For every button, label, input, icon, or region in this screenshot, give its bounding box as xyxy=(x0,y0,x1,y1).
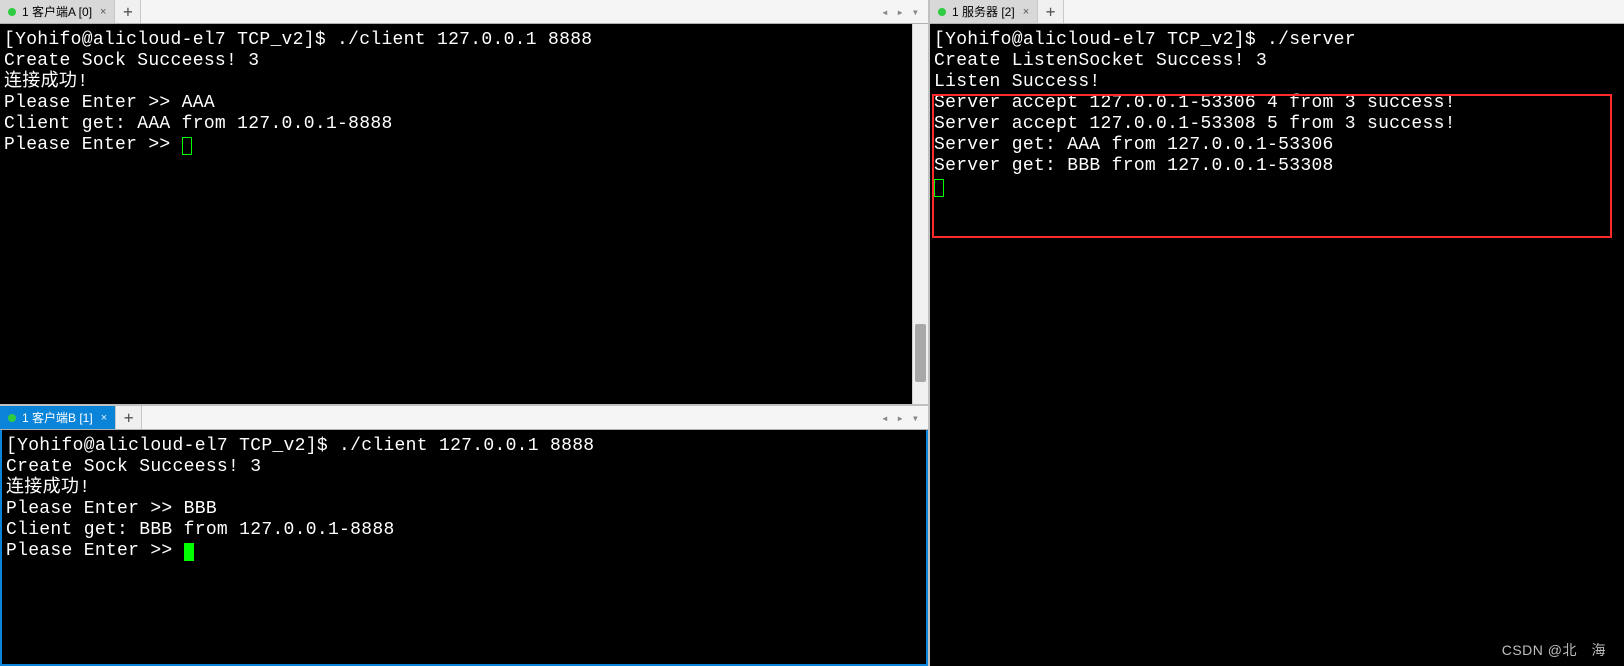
terminal-line: Create Sock Succeess! 3 xyxy=(4,51,259,71)
terminal-server[interactable]: [Yohifo@alicloud-el7 TCP_v2]$ ./server C… xyxy=(930,24,1624,666)
terminal-line: Server accept 127.0.0.1-53308 5 from 3 s… xyxy=(934,114,1456,134)
scrollbar[interactable] xyxy=(912,24,928,404)
terminal-line: Please Enter >> BBB xyxy=(6,499,217,519)
watermark: CSDN @北 海 xyxy=(1502,640,1606,660)
tab-nav-left-icon[interactable]: ◂ xyxy=(878,411,891,425)
close-icon[interactable]: × xyxy=(1021,6,1031,18)
tab-client-b[interactable]: 1 客户端B [1] × xyxy=(0,406,116,429)
terminal-line: [Yohifo@alicloud-el7 TCP_v2]$ ./client 1… xyxy=(6,436,594,456)
tab-label: 1 服务器 [2] xyxy=(952,3,1015,20)
tab-menu-icon[interactable]: ▾ xyxy=(909,411,922,425)
status-dot-icon xyxy=(938,8,946,16)
terminal-line: Listen Success! xyxy=(934,72,1101,92)
terminal-client-b[interactable]: [Yohifo@alicloud-el7 TCP_v2]$ ./client 1… xyxy=(0,430,928,666)
close-icon[interactable]: × xyxy=(99,412,109,424)
terminal-line: Client get: AAA from 127.0.0.1-8888 xyxy=(4,114,393,134)
cursor-icon xyxy=(182,137,192,155)
terminal-line: Please Enter >> xyxy=(6,541,184,561)
terminal-line: Client get: BBB from 127.0.0.1-8888 xyxy=(6,520,395,540)
terminal-line: Create ListenSocket Success! 3 xyxy=(934,51,1267,71)
status-dot-icon xyxy=(8,414,16,422)
terminal-line: [Yohifo@alicloud-el7 TCP_v2]$ ./server xyxy=(934,30,1356,50)
terminal-line: Server get: AAA from 127.0.0.1-53306 xyxy=(934,135,1334,155)
status-dot-icon xyxy=(8,8,16,16)
add-tab-button[interactable]: + xyxy=(116,406,142,429)
add-tab-button[interactable]: + xyxy=(115,0,141,23)
terminal-line: Please Enter >> xyxy=(4,135,182,155)
cursor-icon xyxy=(934,179,944,197)
terminal-line: Server get: BBB from 127.0.0.1-53308 xyxy=(934,156,1334,176)
pane-client-a: 1 客户端A [0] × + ◂ ▸ ▾ [Yohifo@alicloud-el… xyxy=(0,0,928,406)
tabbar-client-a: 1 客户端A [0] × + ◂ ▸ ▾ xyxy=(0,0,928,24)
pane-server: 1 服务器 [2] × + [Yohifo@alicloud-el7 TCP_v… xyxy=(930,0,1624,666)
terminal-line: Server accept 127.0.0.1-53306 4 from 3 s… xyxy=(934,93,1456,113)
terminal-line: [Yohifo@alicloud-el7 TCP_v2]$ ./client 1… xyxy=(4,30,592,50)
tab-nav-right-icon[interactable]: ▸ xyxy=(894,411,907,425)
terminal-line: 连接成功! xyxy=(6,478,90,498)
cursor-icon xyxy=(184,543,194,561)
tab-label: 1 客户端B [1] xyxy=(22,409,93,426)
terminal-line: 连接成功! xyxy=(4,72,88,92)
tab-server[interactable]: 1 服务器 [2] × xyxy=(930,0,1038,23)
tab-nav-right-icon[interactable]: ▸ xyxy=(894,5,907,19)
scroll-thumb[interactable] xyxy=(915,324,926,382)
tabbar-client-b: 1 客户端B [1] × + ◂ ▸ ▾ xyxy=(0,406,928,430)
tabbar-server: 1 服务器 [2] × + xyxy=(930,0,1624,24)
terminal-line: Create Sock Succeess! 3 xyxy=(6,457,261,477)
close-icon[interactable]: × xyxy=(98,6,108,18)
terminal-line: Please Enter >> AAA xyxy=(4,93,215,113)
tab-nav-left-icon[interactable]: ◂ xyxy=(878,5,891,19)
add-tab-button[interactable]: + xyxy=(1038,0,1064,23)
pane-client-b: 1 客户端B [1] × + ◂ ▸ ▾ [Yohifo@alicloud-el… xyxy=(0,406,928,666)
tab-label: 1 客户端A [0] xyxy=(22,3,92,20)
tab-client-a[interactable]: 1 客户端A [0] × xyxy=(0,0,115,23)
tab-menu-icon[interactable]: ▾ xyxy=(909,5,922,19)
terminal-client-a[interactable]: [Yohifo@alicloud-el7 TCP_v2]$ ./client 1… xyxy=(0,24,928,404)
